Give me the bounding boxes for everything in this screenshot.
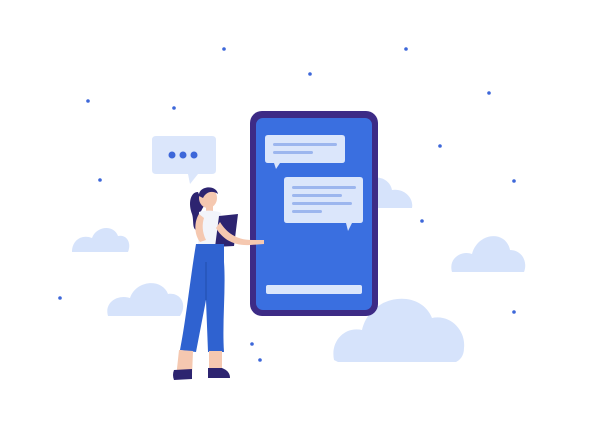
sparkle-dot [258, 358, 262, 362]
chat-message-outgoing [284, 177, 363, 231]
smartphone-icon [250, 111, 378, 316]
sparkle-dot [420, 219, 424, 223]
sparkle-dot [172, 106, 176, 110]
cloud-left-lower [107, 283, 184, 316]
sparkle-dot [308, 72, 312, 76]
speech-bubble-ellipsis-icon [152, 136, 216, 184]
chat-illustration [58, 47, 526, 380]
sparkle-dot [487, 91, 491, 95]
sparkle-dot [438, 144, 442, 148]
sparkle-dot [222, 47, 226, 51]
sparkle-dot [512, 179, 516, 183]
cloud-behind-phone [372, 177, 413, 208]
message-line [273, 151, 313, 154]
message-line [292, 194, 342, 197]
message-line [292, 186, 356, 189]
cloud-right [451, 236, 526, 272]
sparkle-dot [512, 310, 516, 314]
message-line [292, 202, 352, 205]
sparkle-dot [58, 296, 62, 300]
sparkle-dot [404, 47, 408, 51]
typing-dot [190, 151, 198, 159]
cloud-left-upper [72, 227, 130, 252]
message-input-bar [266, 285, 362, 294]
sparkle-dot [86, 99, 90, 103]
sparkle-dot [98, 178, 102, 182]
typing-dot [179, 151, 187, 159]
sparkle-dot [250, 342, 254, 346]
message-line [273, 143, 337, 146]
typing-dot [168, 151, 176, 159]
message-line [292, 210, 322, 213]
